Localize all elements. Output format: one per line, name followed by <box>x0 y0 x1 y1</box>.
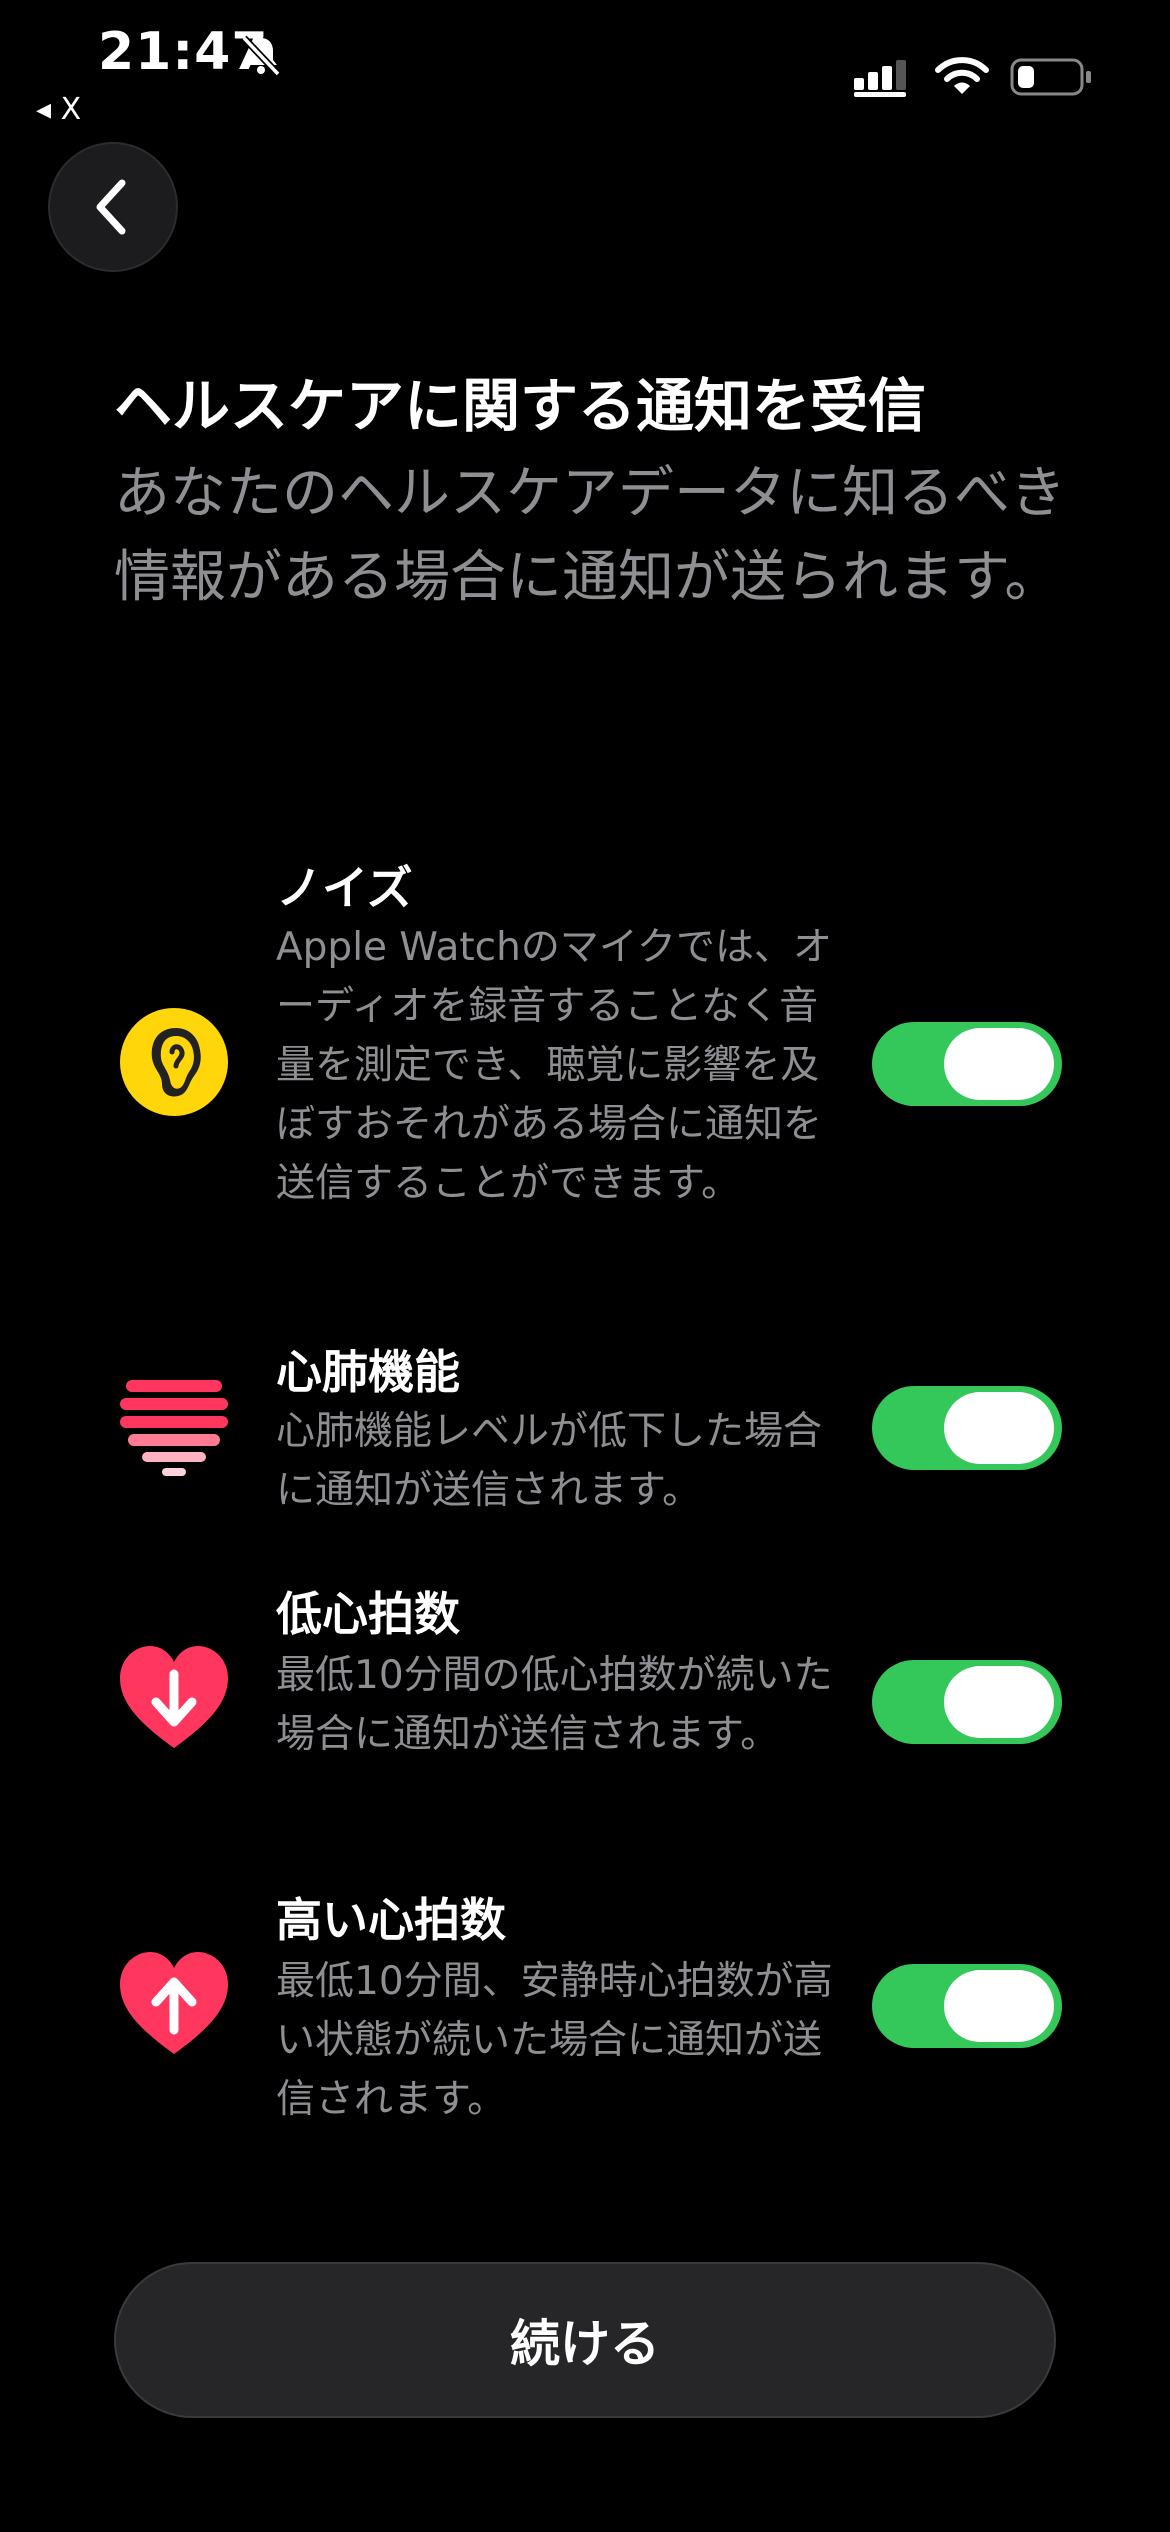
battery-icon <box>1010 58 1091 96</box>
chevron-left-icon <box>96 179 126 235</box>
high-heart-rate-description: 最低10分間、安静時心拍数が高い状態が続いた場合に通知が送信されます。 <box>276 1959 833 2122</box>
toggle-knob <box>944 1666 1054 1738</box>
toggle-knob <box>944 1392 1054 1464</box>
cellular-signal-icon <box>854 60 906 97</box>
toggle-knob <box>944 1028 1054 1100</box>
low-heart-rate-description: 最低10分間の低心拍数が続いた場合に通知が送信されます。 <box>276 1653 833 1757</box>
page-title: ヘルスケアに関する通知を受信 <box>114 372 927 440</box>
noise-title: ノイズ <box>276 861 413 915</box>
bell-slash-icon <box>241 35 281 77</box>
page-subtitle: あなたのヘルスケアデータに知るべき情報がある場合に通知が送られます。 <box>114 461 1066 610</box>
continue-button[interactable]: 続ける <box>114 2262 1056 2418</box>
toggle-knob <box>944 1970 1054 2042</box>
low-heart-rate-toggle[interactable] <box>872 1660 1062 1744</box>
cardio-fitness-heart-icon <box>120 1380 228 1476</box>
low-heart-rate-title: 低心拍数 <box>276 1587 460 1641</box>
cardio-title: 心肺機能 <box>276 1345 460 1399</box>
cardio-description: 心肺機能レベルが低下した場合に通知が送信されます。 <box>276 1409 823 1513</box>
noise-toggle[interactable] <box>872 1022 1062 1106</box>
cardio-toggle[interactable] <box>872 1386 1062 1470</box>
back-to-app-link[interactable]: ◂ X <box>36 92 81 127</box>
noise-description: Apple Watchのマイクでは、オーディオを録音することなく音量を測定でき、… <box>276 925 833 1206</box>
ear-icon <box>120 1008 228 1116</box>
high-heart-rate-title: 高い心拍数 <box>276 1893 506 1947</box>
wifi-icon <box>935 57 989 94</box>
heart-arrow-down-icon <box>120 1646 228 1748</box>
back-button[interactable] <box>48 142 178 272</box>
high-heart-rate-toggle[interactable] <box>872 1964 1062 2048</box>
heart-arrow-up-icon <box>120 1952 228 2054</box>
